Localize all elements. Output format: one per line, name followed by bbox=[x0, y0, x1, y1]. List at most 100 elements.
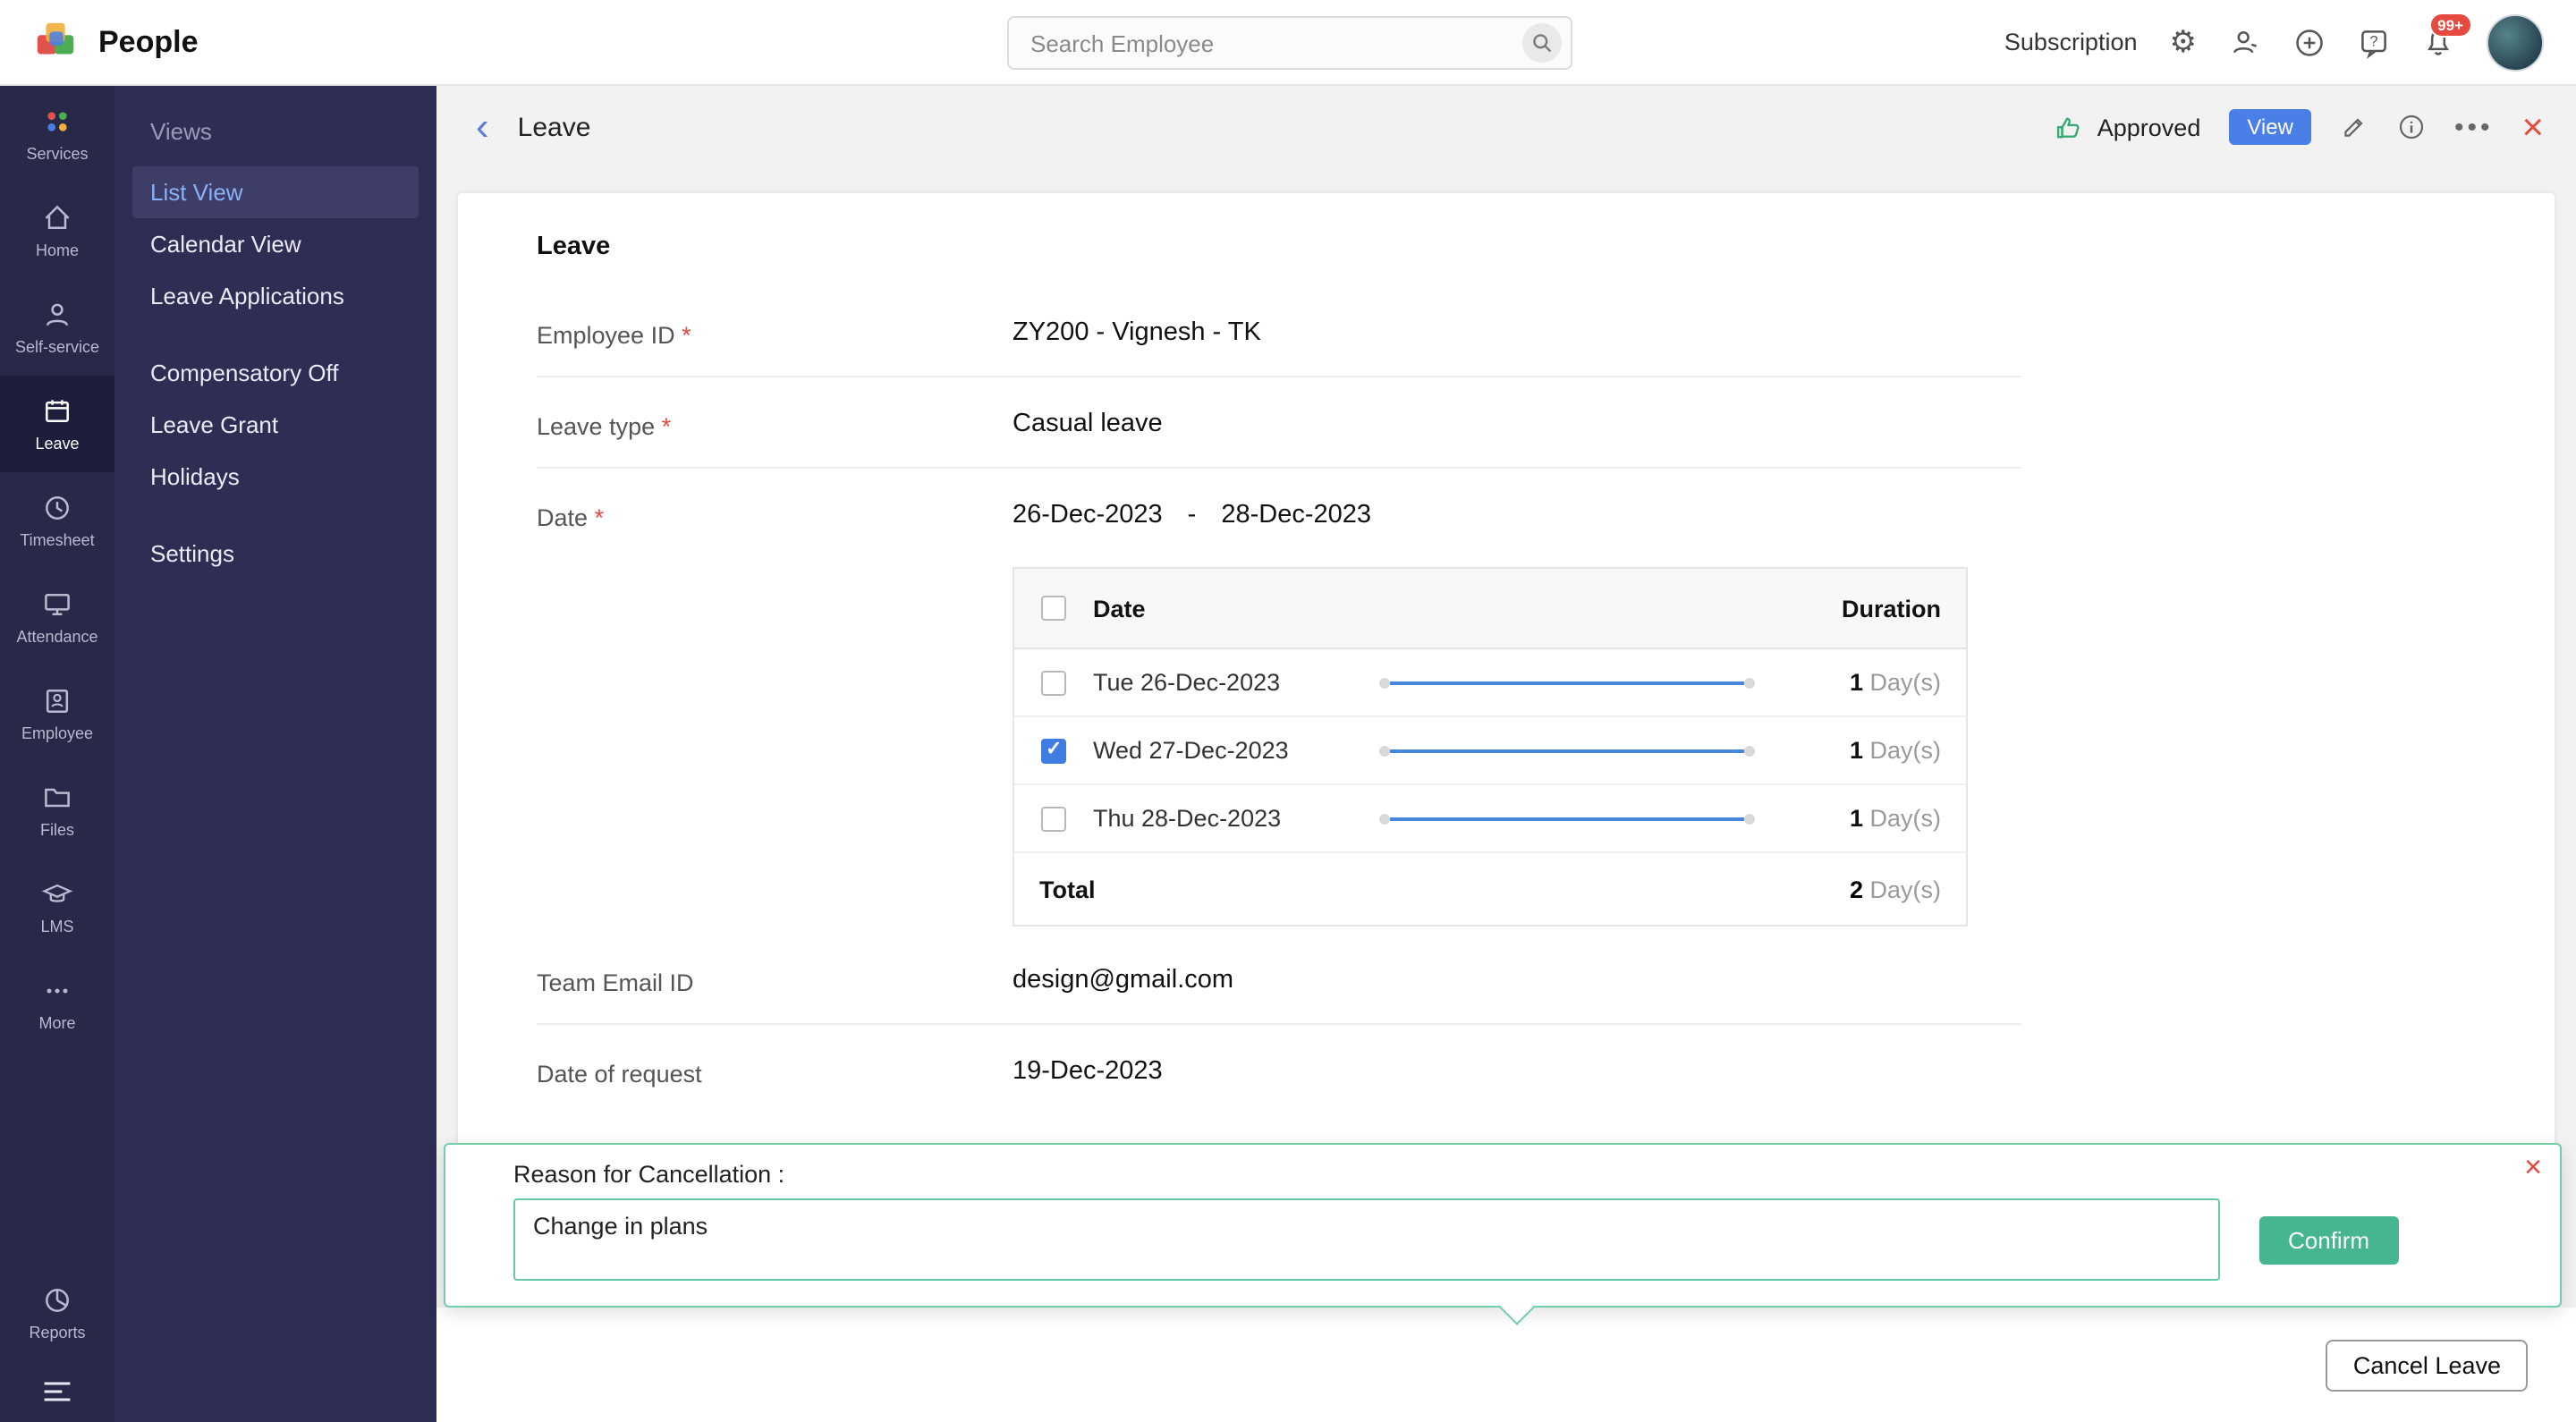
notifications-bell-icon[interactable]: 99+ bbox=[2422, 12, 2472, 58]
total-label: Total bbox=[1039, 876, 1096, 902]
table-row: Thu 28-Dec-2023 1 Day(s) bbox=[1014, 785, 1966, 853]
rail-label: Attendance bbox=[16, 628, 98, 646]
add-plus-icon[interactable] bbox=[2293, 26, 2326, 58]
row-duration-unit: Day(s) bbox=[1869, 805, 1942, 832]
leave-subnav: Views List View Calendar View Leave Appl… bbox=[114, 86, 436, 1422]
rail-item-employee[interactable]: Employee bbox=[0, 665, 114, 762]
employee-badge-icon bbox=[46, 690, 69, 713]
main-content: ‹ Leave Approved View ••• × Leave Employ… bbox=[436, 86, 2576, 1422]
home-icon bbox=[45, 205, 70, 230]
rail-item-more[interactable]: More bbox=[0, 955, 114, 1052]
field-row-date-of-request: Date of request 19-Dec-2023 bbox=[537, 1025, 2021, 1114]
field-label: Team Email ID bbox=[537, 969, 694, 996]
rail-item-attendance[interactable]: Attendance bbox=[0, 569, 114, 665]
card-heading: Leave bbox=[537, 233, 611, 261]
help-icon[interactable]: ? bbox=[2358, 26, 2390, 58]
row-checkbox[interactable] bbox=[1041, 737, 1066, 763]
row-checkbox[interactable] bbox=[1041, 670, 1066, 695]
topbar-actions: Subscription ⚙ ? 99+ bbox=[2004, 12, 2544, 71]
edit-pencil-icon[interactable] bbox=[2340, 113, 2368, 141]
subnav-item-leave-grant[interactable]: Leave Grant bbox=[132, 399, 419, 451]
field-label: Employee ID bbox=[537, 318, 1013, 349]
row-date: Tue 26-Dec-2023 bbox=[1093, 669, 1281, 696]
popup-close-icon[interactable]: × bbox=[2524, 1152, 2542, 1182]
rail-item-self-service[interactable]: Self-service bbox=[0, 279, 114, 376]
row-duration-unit: Day(s) bbox=[1869, 669, 1942, 696]
subscription-link[interactable]: Subscription bbox=[2004, 29, 2138, 55]
cancellation-popup: × Reason for Cancellation : Change in pl… bbox=[444, 1143, 2562, 1325]
notification-count-badge: 99+ bbox=[2428, 12, 2472, 38]
view-status-button[interactable]: View bbox=[2229, 109, 2311, 145]
field-row-employee-id: Employee ID ZY200 - Vignesh - TK bbox=[537, 286, 2021, 377]
row-date: Thu 28-Dec-2023 bbox=[1093, 805, 1282, 832]
admin-user-icon[interactable] bbox=[2229, 26, 2261, 58]
topbar: People Subscription ⚙ ? 99+ bbox=[0, 0, 2576, 86]
subnav-item-leave-applications[interactable]: Leave Applications bbox=[132, 270, 419, 322]
table-total-row: Total 2 Day(s) bbox=[1014, 853, 1966, 925]
app-title: People bbox=[98, 24, 199, 58]
rail-label: Reports bbox=[29, 1324, 86, 1342]
duration-slider[interactable] bbox=[1379, 813, 1755, 824]
rail-label: Employee bbox=[21, 724, 94, 742]
subnav-item-calendar-view[interactable]: Calendar View bbox=[132, 218, 419, 270]
date-separator: - bbox=[1187, 501, 1197, 529]
field-label: Leave type bbox=[537, 410, 1013, 440]
app-window: People Subscription ⚙ ? 99+ bbox=[0, 0, 2576, 1422]
cancellation-reason-input[interactable]: Change in plans bbox=[513, 1198, 2220, 1281]
timesheet-clock-icon bbox=[46, 496, 69, 520]
lms-graduation-icon bbox=[41, 884, 73, 902]
table-header-row: Date Duration bbox=[1014, 569, 1966, 649]
rail-item-home[interactable]: Home bbox=[0, 182, 114, 279]
duration-slider[interactable] bbox=[1379, 745, 1755, 756]
rail-item-timesheet[interactable]: Timesheet bbox=[0, 472, 114, 569]
record-footer: Cancel Leave bbox=[436, 1308, 2576, 1422]
more-options-icon[interactable]: ••• bbox=[2454, 112, 2494, 142]
rail-item-services[interactable]: Services bbox=[0, 86, 114, 182]
row-duration-value: 1 bbox=[1849, 737, 1863, 764]
employee-search[interactable] bbox=[1007, 16, 1572, 70]
rail-item-leave[interactable]: Leave bbox=[0, 376, 114, 472]
leave-type-value: Casual leave bbox=[1013, 410, 1163, 438]
subnav-item-compensatory-off[interactable]: Compensatory Off bbox=[132, 347, 419, 399]
column-header-date: Date bbox=[1093, 595, 1146, 622]
info-icon[interactable] bbox=[2397, 113, 2426, 141]
back-chevron-icon[interactable]: ‹ bbox=[469, 106, 496, 147]
date-of-request-value: 19-Dec-2023 bbox=[1013, 1057, 1163, 1086]
subnav-item-settings[interactable]: Settings bbox=[132, 528, 419, 580]
subnav-section-title: Views bbox=[150, 118, 212, 145]
rail-item-files[interactable]: Files bbox=[0, 762, 114, 859]
field-label: Date of request bbox=[537, 1061, 702, 1088]
close-record-icon[interactable]: × bbox=[2521, 108, 2544, 146]
user-avatar[interactable] bbox=[2487, 13, 2544, 71]
subnav-item-list-view[interactable]: List View bbox=[132, 166, 419, 218]
leave-days-table: Date Duration Tue 26-Dec-2023 1 Day(s) W… bbox=[1013, 567, 1968, 927]
services-icon bbox=[47, 112, 67, 131]
duration-slider[interactable] bbox=[1379, 677, 1755, 688]
table-row: Tue 26-Dec-2023 1 Day(s) bbox=[1014, 649, 1966, 717]
rail-label: LMS bbox=[40, 918, 74, 935]
field-label: Date bbox=[537, 501, 1013, 531]
search-input[interactable] bbox=[1027, 28, 1522, 58]
rail-item-reports[interactable]: Reports bbox=[0, 1265, 114, 1361]
rail-label: Self-service bbox=[14, 338, 99, 356]
settings-gear-icon[interactable]: ⚙ bbox=[2170, 24, 2198, 60]
collapse-menu-icon[interactable] bbox=[0, 1361, 114, 1422]
leave-detail-card: Leave Employee ID ZY200 - Vignesh - TK L… bbox=[458, 193, 2555, 1188]
rail-label: Home bbox=[35, 241, 79, 259]
search-icon[interactable] bbox=[1522, 23, 1562, 63]
cancel-leave-button[interactable]: Cancel Leave bbox=[2326, 1339, 2528, 1391]
thumbs-up-icon bbox=[2057, 116, 2080, 138]
confirm-button[interactable]: Confirm bbox=[2259, 1215, 2399, 1264]
rail-item-lms[interactable]: LMS bbox=[0, 859, 114, 955]
row-checkbox[interactable] bbox=[1041, 806, 1066, 831]
rail-label: Services bbox=[26, 145, 89, 163]
reports-pie-icon bbox=[46, 1289, 69, 1312]
cancellation-reason-label: Reason for Cancellation : bbox=[513, 1161, 785, 1188]
primary-nav-rail: Services Home Self-service Leave Timeshe… bbox=[0, 86, 114, 1422]
employee-id-value: ZY200 - Vignesh - TK bbox=[1013, 318, 1261, 347]
select-all-checkbox[interactable] bbox=[1041, 596, 1066, 621]
self-service-icon bbox=[46, 303, 69, 326]
subnav-item-holidays[interactable]: Holidays bbox=[132, 451, 419, 503]
column-header-duration: Duration bbox=[1842, 595, 1941, 622]
table-row: Wed 27-Dec-2023 1 Day(s) bbox=[1014, 717, 1966, 785]
